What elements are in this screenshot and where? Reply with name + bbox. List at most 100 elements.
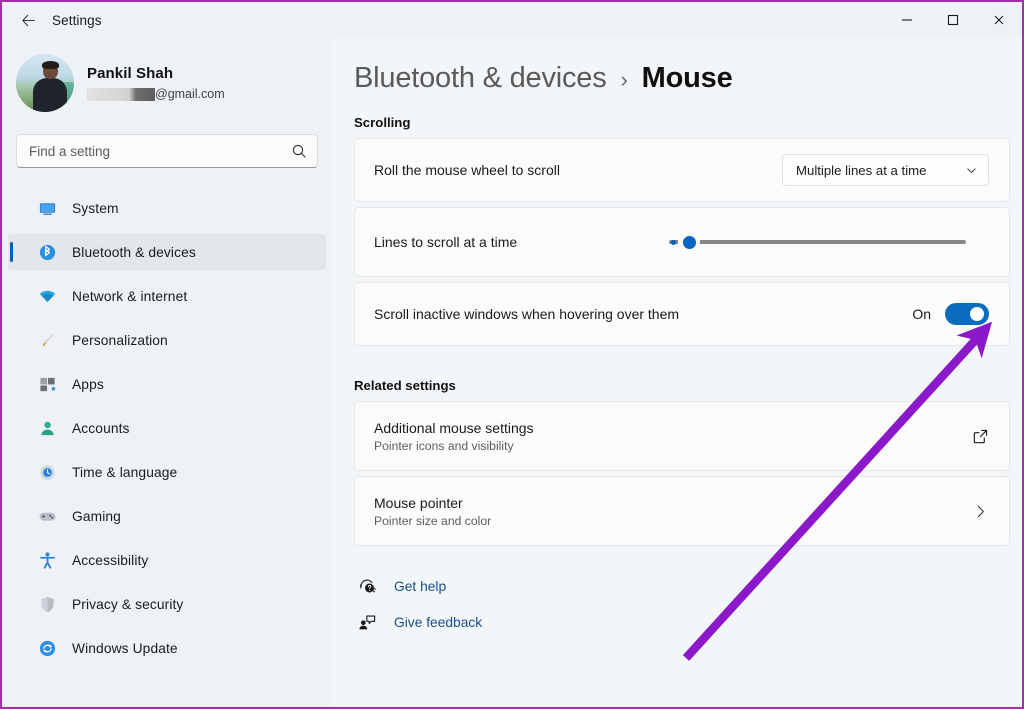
monitor-icon xyxy=(36,198,58,218)
breadcrumb: Bluetooth & devices › Mouse xyxy=(354,62,1022,95)
setting-label: Scroll inactive windows when hovering ov… xyxy=(374,306,679,322)
main-content: Bluetooth & devices › Mouse Scrolling Ro… xyxy=(332,38,1022,709)
feedback-person-icon xyxy=(354,611,380,633)
accessibility-icon xyxy=(36,550,58,570)
paintbrush-icon xyxy=(36,330,58,350)
sidebar-item-personalization[interactable]: Personalization xyxy=(8,322,326,358)
link-label: Give feedback xyxy=(394,615,482,630)
sidebar-item-label: Accounts xyxy=(72,421,130,436)
wifi-icon xyxy=(36,286,58,306)
window-title: Settings xyxy=(52,13,102,28)
sidebar-item-time-language[interactable]: Time & language xyxy=(8,454,326,490)
additional-mouse-settings-text: Additional mouse settings Pointer icons … xyxy=(374,420,534,453)
account-name: Pankil Shah xyxy=(87,65,225,82)
update-refresh-icon xyxy=(36,638,58,658)
sidebar-item-gaming[interactable]: Gaming xyxy=(8,498,326,534)
minimize-button[interactable] xyxy=(884,2,930,38)
breadcrumb-current: Mouse xyxy=(642,62,733,95)
sidebar-item-network-internet[interactable]: Network & internet xyxy=(8,278,326,314)
sidebar-item-bluetooth-devices[interactable]: Bluetooth & devices xyxy=(8,234,326,270)
avatar-hair xyxy=(42,61,59,69)
sidebar-item-label: Gaming xyxy=(72,509,121,524)
window-controls xyxy=(884,2,1022,38)
lines-to-scroll-slider-area xyxy=(669,231,989,253)
sidebar-item-apps[interactable]: Apps xyxy=(8,366,326,402)
setting-row-scroll-wheel: Roll the mouse wheel to scroll Multiple … xyxy=(354,138,1010,202)
sidebar-item-label: Apps xyxy=(72,377,104,392)
footer-links: Get help Give feedback xyxy=(354,568,1022,640)
section-title-scrolling: Scrolling xyxy=(354,115,1022,130)
get-help-link[interactable]: Get help xyxy=(354,568,1022,604)
shield-icon xyxy=(36,594,58,614)
gamepad-icon xyxy=(36,506,58,526)
section-title-related-settings: Related settings xyxy=(354,378,1022,393)
sidebar: Pankil Shah @gmail.com xyxy=(2,38,332,709)
setting-row-lines-to-scroll: Lines to scroll at a time xyxy=(354,207,1010,277)
account-summary[interactable]: Pankil Shah @gmail.com xyxy=(16,54,332,112)
slider-track[interactable] xyxy=(669,240,966,244)
external-link-icon[interactable] xyxy=(972,428,989,445)
maximize-button[interactable] xyxy=(930,2,976,38)
avatar xyxy=(16,54,74,112)
mouse-pointer-text: Mouse pointer Pointer size and color xyxy=(374,495,491,528)
slider-min-tick xyxy=(671,240,676,245)
search-box[interactable] xyxy=(16,134,318,168)
account-email: @gmail.com xyxy=(87,87,225,101)
sidebar-item-label: Network & internet xyxy=(72,289,187,304)
link-label: Get help xyxy=(394,579,446,594)
setting-sublabel: Pointer icons and visibility xyxy=(374,439,534,453)
sidebar-item-label: Personalization xyxy=(72,333,168,348)
back-button[interactable] xyxy=(8,4,48,36)
help-headset-icon xyxy=(354,575,380,597)
breadcrumb-separator-icon: › xyxy=(621,67,628,93)
sidebar-item-label: Privacy & security xyxy=(72,597,183,612)
settings-window: Settings xyxy=(0,0,1024,709)
back-arrow-icon xyxy=(20,12,37,29)
sidebar-item-system[interactable]: System xyxy=(8,190,326,226)
dropdown-selected-value: Multiple lines at a time xyxy=(796,163,926,178)
close-icon xyxy=(992,13,1006,27)
email-domain: @gmail.com xyxy=(155,87,225,101)
slider-thumb-dot xyxy=(683,236,696,249)
toggle-knob xyxy=(970,307,984,321)
chevron-down-icon xyxy=(965,164,978,177)
slider-thumb[interactable] xyxy=(678,231,700,253)
sidebar-item-privacy-security[interactable]: Privacy & security xyxy=(8,586,326,622)
inactive-scroll-toggle[interactable] xyxy=(945,303,989,325)
title-bar: Settings xyxy=(2,2,1022,38)
scroll-wheel-dropdown[interactable]: Multiple lines at a time xyxy=(782,154,989,186)
sidebar-item-label: Accessibility xyxy=(72,553,148,568)
clock-globe-icon xyxy=(36,462,58,482)
setting-label: Lines to scroll at a time xyxy=(374,234,517,250)
bluetooth-icon xyxy=(36,242,58,262)
avatar-body xyxy=(33,78,67,112)
sidebar-item-accounts[interactable]: Accounts xyxy=(8,410,326,446)
sidebar-item-label: Time & language xyxy=(72,465,177,480)
inactive-scroll-toggle-area: On xyxy=(912,303,989,325)
lines-to-scroll-slider[interactable] xyxy=(669,231,966,253)
sidebar-item-windows-update[interactable]: Windows Update xyxy=(8,630,326,666)
setting-row-mouse-pointer[interactable]: Mouse pointer Pointer size and color xyxy=(354,476,1010,546)
toggle-state-label: On xyxy=(912,306,931,322)
maximize-icon xyxy=(946,13,960,27)
search-input[interactable] xyxy=(29,144,291,159)
setting-label: Additional mouse settings xyxy=(374,420,534,436)
chevron-right-icon[interactable] xyxy=(972,503,989,520)
setting-row-inactive-scroll: Scroll inactive windows when hovering ov… xyxy=(354,282,1010,346)
setting-label: Roll the mouse wheel to scroll xyxy=(374,162,560,178)
close-button[interactable] xyxy=(976,2,1022,38)
sidebar-item-accessibility[interactable]: Accessibility xyxy=(8,542,326,578)
setting-sublabel: Pointer size and color xyxy=(374,514,491,528)
sidebar-item-label: System xyxy=(72,201,119,216)
setting-label: Mouse pointer xyxy=(374,495,491,511)
setting-row-additional-mouse-settings[interactable]: Additional mouse settings Pointer icons … xyxy=(354,401,1010,471)
sidebar-item-label: Windows Update xyxy=(72,641,178,656)
apps-icon xyxy=(36,374,58,394)
give-feedback-link[interactable]: Give feedback xyxy=(354,604,1022,640)
minimize-icon xyxy=(900,13,914,27)
redacted-email-username xyxy=(87,88,155,101)
search-icon xyxy=(291,143,307,159)
sidebar-nav: System Bluetooth & devices xyxy=(2,190,332,666)
breadcrumb-parent[interactable]: Bluetooth & devices xyxy=(354,62,607,95)
sidebar-item-label: Bluetooth & devices xyxy=(72,245,196,260)
